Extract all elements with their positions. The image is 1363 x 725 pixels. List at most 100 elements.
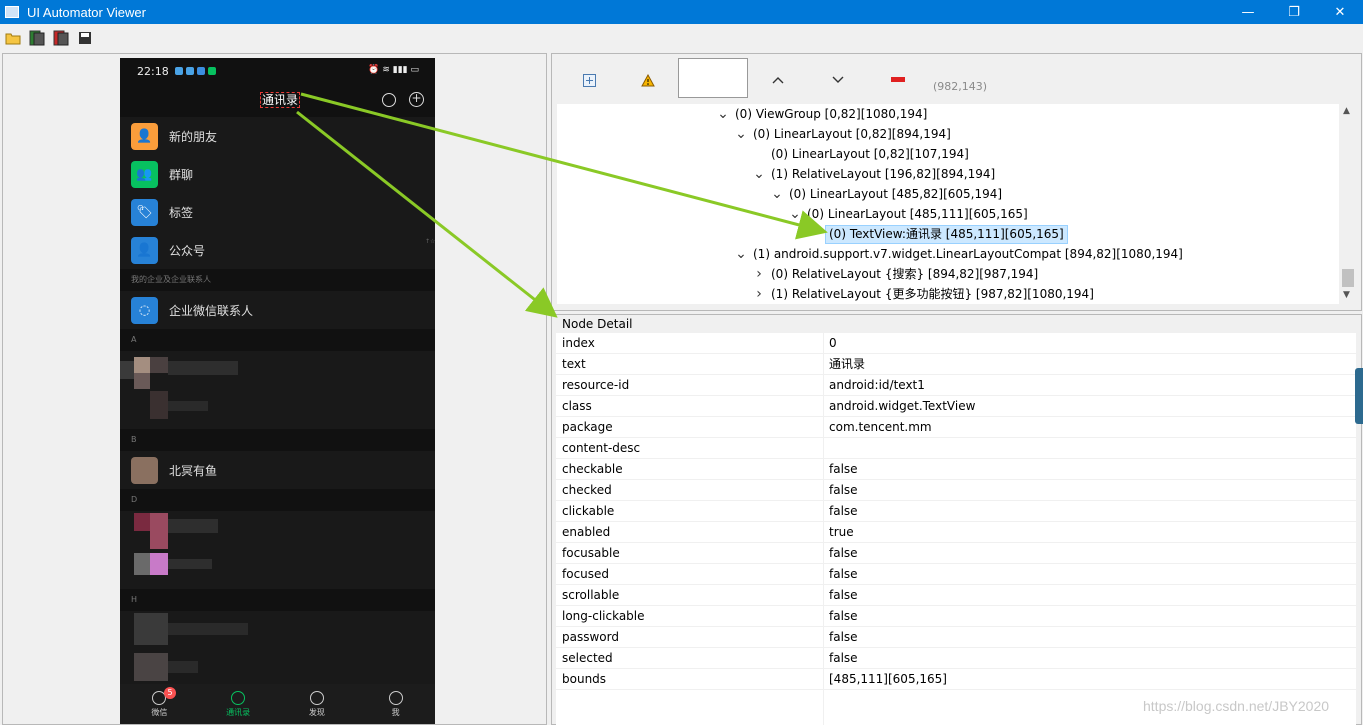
nav-contacts[interactable]: 通讯录 xyxy=(199,684,278,724)
device-screenshot-compressed-icon[interactable] xyxy=(52,29,70,47)
device-screenshot[interactable]: 22:18 ⏰ ≋ ▮▮▮ ▭ 通讯录 + 👤 新的朋友 👥 群聊 🏷 标签 👤… xyxy=(120,58,435,724)
tree-node[interactable]: ⌄ (0) LinearLayout [485,111][605,165] xyxy=(789,204,1028,224)
chevron-down-icon[interactable]: ⌄ xyxy=(753,167,765,181)
add-friend-icon: 👤 xyxy=(131,122,158,150)
blurred-name xyxy=(168,559,212,569)
person-icon xyxy=(388,690,403,705)
tree-node-label: (0) ViewGroup [0,82][1080,194] xyxy=(735,107,928,121)
chevron-up-icon[interactable] xyxy=(769,72,787,88)
hierarchy-pane: (982,143) ⌄ (0) ViewGroup [0,82][1080,194… xyxy=(551,53,1362,311)
property-key: long-clickable xyxy=(562,609,645,623)
contacts-icon xyxy=(231,690,246,705)
nav-label: 微信 xyxy=(151,707,168,717)
status-indicators-icon: ⏰ ≋ ▮▮▮ ▭ xyxy=(368,65,419,75)
tree-node[interactable]: ⌄ (1) RelativeLayout [196,82][894,194] xyxy=(753,164,995,184)
table-row[interactable]: class android.widget.TextView xyxy=(556,396,1356,417)
table-row[interactable]: focusable false xyxy=(556,543,1356,564)
toggle-naf-icon[interactable] xyxy=(889,72,907,88)
menu-item-new-friends[interactable]: 👤 新的朋友 xyxy=(120,117,435,155)
scroll-down-icon[interactable]: ▼ xyxy=(1343,290,1350,300)
contact-row-blurred[interactable] xyxy=(120,351,435,429)
contact-row-blurred[interactable] xyxy=(120,511,435,589)
blurred-avatar xyxy=(150,357,168,373)
chevron-down-icon[interactable]: ⌄ xyxy=(735,127,747,141)
table-row[interactable]: password false xyxy=(556,627,1356,648)
contact-row-blurred[interactable] xyxy=(120,611,435,684)
table-row[interactable]: scrollable false xyxy=(556,585,1356,606)
open-folder-icon[interactable] xyxy=(4,29,22,47)
table-row[interactable]: selected false xyxy=(556,648,1356,669)
warning-icon[interactable] xyxy=(639,72,657,88)
tree-node[interactable]: (0) LinearLayout [0,82][107,194] xyxy=(753,144,969,164)
chevron-right-icon[interactable]: › xyxy=(753,284,765,304)
save-icon[interactable] xyxy=(76,29,94,47)
status-bar: 22:18 ⏰ ≋ ▮▮▮ ▭ xyxy=(120,58,435,84)
contacts-title[interactable]: 通讯录 xyxy=(260,92,301,108)
menu-label: 标签 xyxy=(169,205,194,220)
table-row[interactable]: index 0 xyxy=(556,333,1356,354)
tree-node[interactable]: › (1) RelativeLayout {更多功能按钮} [987,82][10… xyxy=(753,284,1094,304)
tree-node[interactable]: ⌄ (0) ViewGroup [0,82][1080,194] xyxy=(717,104,927,124)
menu-item-enterprise-contacts[interactable]: ◌ 企业微信联系人 xyxy=(120,291,435,329)
tree-node[interactable]: › (0) RelativeLayout {搜索} [894,82][987,19… xyxy=(753,264,1038,284)
property-key: class xyxy=(562,399,592,413)
menu-item-group-chat[interactable]: 👥 群聊 xyxy=(120,155,435,193)
chevron-down-icon[interactable]: ⌄ xyxy=(717,107,729,121)
property-value: false xyxy=(829,588,858,602)
nav-discover[interactable]: 发现 xyxy=(278,684,357,724)
table-row[interactable]: content-desc xyxy=(556,438,1356,459)
watermark: https://blog.csdn.net/JBY2020 xyxy=(1143,698,1330,714)
table-row[interactable]: resource-id android:id/text1 xyxy=(556,375,1356,396)
property-key: checked xyxy=(562,483,612,497)
expand-all-icon[interactable] xyxy=(580,72,598,88)
menu-item-tags[interactable]: 🏷 标签 xyxy=(120,193,435,231)
table-row[interactable]: bounds [485,111][605,165] xyxy=(556,669,1356,690)
scroll-thumb[interactable] xyxy=(1342,269,1354,287)
side-tab[interactable] xyxy=(1355,368,1363,424)
nav-me[interactable]: 我 xyxy=(356,684,435,724)
unread-badge: 5 xyxy=(164,687,176,699)
chevron-down-icon[interactable]: ⌄ xyxy=(735,247,747,261)
table-row[interactable]: long-clickable false xyxy=(556,606,1356,627)
tree-node[interactable]: ⌄ (1) android.support.v7.widget.LinearLay… xyxy=(735,244,1183,264)
close-button[interactable]: ✕ xyxy=(1317,0,1363,24)
plus-icon[interactable]: + xyxy=(409,92,424,107)
device-screenshot-icon[interactable] xyxy=(28,29,46,47)
table-row[interactable]: text 通讯录 xyxy=(556,354,1356,375)
hierarchy-scrollbar[interactable]: ▲ ▼ xyxy=(1339,104,1357,304)
contact-row-named[interactable]: 北冥有鱼 xyxy=(120,451,435,489)
chevron-down-icon[interactable] xyxy=(829,72,847,88)
nav-chats[interactable]: 微信 5 xyxy=(120,684,199,724)
minimize-button[interactable]: — xyxy=(1225,0,1271,24)
hierarchy-tree[interactable]: ⌄ (0) ViewGroup [0,82][1080,194] ⌄ (0) Line… xyxy=(557,104,1339,304)
property-key: scrollable xyxy=(562,588,620,602)
chevron-down-icon[interactable]: ⌄ xyxy=(789,207,801,221)
table-row[interactable]: enabled true xyxy=(556,522,1356,543)
table-row[interactable]: package com.tencent.mm xyxy=(556,417,1356,438)
tree-node[interactable]: ⌄ (0) LinearLayout [0,82][894,194] xyxy=(735,124,951,144)
window-controls: — ❐ ✕ xyxy=(1225,0,1363,24)
property-value: false xyxy=(829,609,858,623)
scroll-up-icon[interactable]: ▲ xyxy=(1343,106,1350,116)
property-value: android:id/text1 xyxy=(829,378,925,392)
search-icon[interactable] xyxy=(382,93,396,107)
menu-item-official-accounts[interactable]: 👤 公众号 xyxy=(120,231,435,269)
property-key: content-desc xyxy=(562,441,641,455)
blurred-avatar xyxy=(150,391,168,419)
property-key: focused xyxy=(562,567,610,581)
alphabet-index[interactable]: ↑☆ABCDEFGHIJKLMNOPQRSTUVWXYZ# xyxy=(425,236,435,248)
tree-node-label: (1) RelativeLayout [196,82][894,194] xyxy=(771,167,996,181)
chevron-down-icon[interactable]: ⌄ xyxy=(771,187,783,201)
property-value: false xyxy=(829,630,858,644)
property-value: true xyxy=(829,525,854,539)
table-row[interactable]: focused false xyxy=(556,564,1356,585)
screenshot-pane[interactable]: 22:18 ⏰ ≋ ▮▮▮ ▭ 通讯录 + 👤 新的朋友 👥 群聊 🏷 标签 👤… xyxy=(2,53,547,725)
tree-node[interactable]: ⌄ (0) LinearLayout [485,82][605,194] xyxy=(771,184,1002,204)
tag-icon: 🏷 xyxy=(131,198,158,226)
maximize-button[interactable]: ❐ xyxy=(1271,0,1317,24)
table-row[interactable]: clickable false xyxy=(556,501,1356,522)
table-row[interactable]: checked false xyxy=(556,480,1356,501)
table-row[interactable]: checkable false xyxy=(556,459,1356,480)
tree-node[interactable]: (0) TextView:通讯录 [485,111][605,165] xyxy=(807,224,1068,244)
chevron-right-icon[interactable]: › xyxy=(753,264,765,284)
